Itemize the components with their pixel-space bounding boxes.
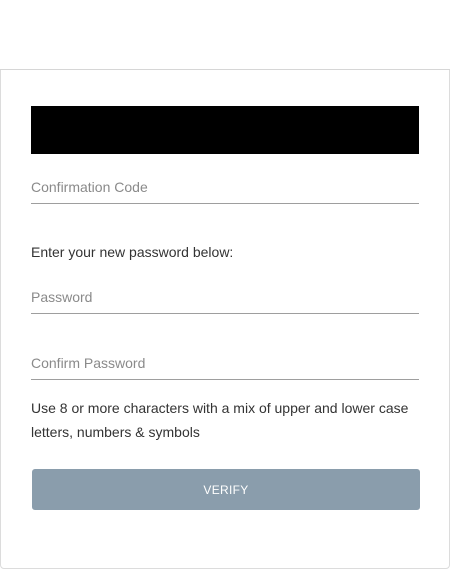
top-header-area: [0, 0, 450, 70]
verify-button[interactable]: VERIFY: [32, 469, 420, 510]
password-field[interactable]: [31, 283, 419, 314]
password-input[interactable]: [31, 283, 419, 311]
password-instruction: Enter your new password below:: [31, 244, 234, 260]
confirm-password-field[interactable]: [31, 349, 419, 380]
confirm-password-input[interactable]: [31, 349, 419, 377]
password-requirements-hint: Use 8 or more characters with a mix of u…: [31, 400, 409, 440]
confirmation-code-field[interactable]: [31, 173, 419, 204]
confirmation-code-input[interactable]: [31, 173, 419, 201]
redacted-banner: [31, 106, 419, 154]
page-viewport: Confirmation Code Enter your new passwor…: [0, 0, 450, 569]
